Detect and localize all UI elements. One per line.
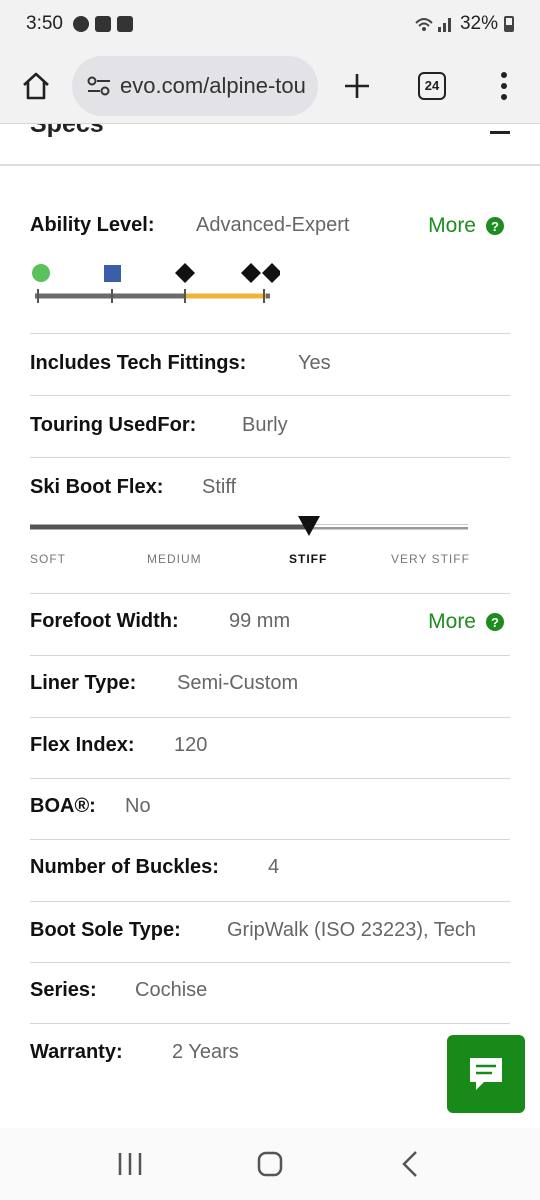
- spec-label: Liner Type:: [30, 672, 137, 694]
- spec-value: Stiff: [202, 476, 237, 498]
- spec-row-forefoot-width: Forefoot Width: 99 mm More ?: [30, 594, 510, 656]
- signal-wifi-icon: [415, 18, 451, 32]
- spec-label: Includes Tech Fittings:: [30, 352, 247, 374]
- spec-label: Flex Index:: [30, 734, 135, 756]
- system-nav-bar: [0, 1128, 540, 1200]
- menu-dot: [501, 71, 507, 78]
- advanced-diamond-icon: [175, 263, 195, 283]
- collapse-icon[interactable]: [490, 131, 510, 134]
- specs-section-header[interactable]: Specs: [0, 124, 540, 166]
- specs-title: Specs: [30, 124, 104, 138]
- address-bar[interactable]: evo.com/alpine-touring: [72, 55, 318, 116]
- more-link-text: More: [428, 214, 476, 237]
- help-icon: ?: [486, 613, 504, 631]
- home-button[interactable]: [0, 48, 72, 124]
- recents-icon: [118, 1153, 142, 1175]
- ability-more-link[interactable]: More ?: [428, 214, 504, 238]
- spec-value: Burly: [242, 414, 288, 436]
- spec-value: No: [125, 795, 151, 817]
- messenger-icon: [72, 16, 89, 32]
- spec-label: Ability Level:: [30, 214, 155, 236]
- status-bar: 3:50 32%: [0, 0, 540, 48]
- spec-value: 2 Years: [172, 1041, 239, 1063]
- menu-dot: [501, 93, 507, 100]
- spec-row-warranty: Warranty: 2 Years: [30, 1024, 510, 1086]
- site-settings-icon[interactable]: [84, 71, 114, 101]
- forefoot-more-link[interactable]: More ?: [428, 610, 504, 634]
- status-time: 3:50: [26, 13, 63, 34]
- spec-row-buckles: Number of Buckles: 4: [30, 840, 510, 902]
- spec-row-touring-used-for: Touring UsedFor: Burly: [30, 396, 510, 458]
- spec-label: Number of Buckles:: [30, 856, 219, 878]
- home-nav-button[interactable]: [240, 1134, 300, 1194]
- spec-row-ability-level: Ability Level: Advanced-Expert More ?: [30, 202, 510, 334]
- browser-menu-button[interactable]: [468, 48, 540, 124]
- status-right: 32%: [414, 13, 514, 35]
- flex-tick-soft: SOFT: [30, 552, 66, 566]
- back-icon: [402, 1151, 417, 1177]
- spec-value: Yes: [298, 352, 331, 374]
- intermediate-square-icon: [104, 265, 121, 282]
- menu-dot: [501, 82, 507, 89]
- page-content: Specs Ability Level: Advanced-Expert Mor…: [0, 124, 540, 1128]
- battery-icon: [504, 16, 514, 32]
- spec-value: GripWalk (ISO 23223), Tech: [227, 919, 476, 941]
- flex-scale-bar: [30, 516, 468, 536]
- chat-button[interactable]: [447, 1035, 525, 1113]
- home-icon: [23, 72, 49, 99]
- ability-level-graphic: [32, 263, 280, 303]
- spec-row-liner-type: Liner Type: Semi-Custom: [30, 656, 510, 718]
- spec-row-series: Series: Cochise: [30, 963, 510, 1024]
- tab-count: 24: [418, 71, 446, 100]
- url-text[interactable]: evo.com/alpine-touring: [120, 73, 305, 99]
- spec-row-flex-index: Flex Index: 120: [30, 718, 510, 779]
- notification-icons: [72, 16, 133, 32]
- battery-percent: 32%: [459, 13, 498, 34]
- tab-switcher-button[interactable]: 24: [396, 48, 468, 124]
- spec-value: Advanced-Expert: [196, 214, 350, 236]
- spec-value: 120: [174, 734, 208, 756]
- beginner-circle-icon: [32, 264, 50, 282]
- spec-row-tech-fittings: Includes Tech Fittings: Yes: [30, 334, 510, 396]
- more-link-text: More: [428, 610, 476, 633]
- spec-value: 99 mm: [229, 610, 291, 632]
- home-nav-icon: [257, 1151, 283, 1177]
- spec-value: Cochise: [135, 979, 208, 1001]
- spec-label: Series:: [30, 979, 97, 1001]
- spec-label: BOA®:: [30, 795, 96, 817]
- expert-diamond-icon: [241, 263, 261, 283]
- browser-toolbar: evo.com/alpine-touring 24: [0, 48, 540, 124]
- chat-icon: [470, 1058, 502, 1090]
- spec-label: Warranty:: [30, 1041, 123, 1063]
- spec-row-boa: BOA®: No: [30, 779, 510, 840]
- spec-label: Boot Sole Type:: [30, 919, 181, 941]
- spec-value: 4: [268, 856, 280, 878]
- spec-row-ski-boot-flex: Ski Boot Flex: Stiff SOFT MEDIUM STIFF V…: [30, 458, 510, 594]
- expert-diamond-icon-2: [262, 263, 280, 283]
- spec-label: Ski Boot Flex:: [30, 476, 164, 498]
- flex-tick-very-stiff: VERY STIFF: [391, 552, 470, 566]
- spec-label: Touring UsedFor:: [30, 414, 197, 436]
- plus-icon: [345, 73, 369, 98]
- flex-scale: SOFT MEDIUM STIFF VERY STIFF: [30, 516, 470, 576]
- flex-tick-stiff: STIFF: [289, 552, 328, 566]
- spec-row-sole-type: Boot Sole Type: GripWalk (ISO 23223), Te…: [30, 902, 510, 963]
- back-button[interactable]: [380, 1134, 440, 1194]
- spec-label: Forefoot Width:: [30, 610, 179, 632]
- spec-value: Semi-Custom: [177, 672, 299, 694]
- image-notification-icon: [116, 16, 133, 32]
- recents-button[interactable]: [100, 1134, 160, 1194]
- checkbox-notification-icon: [94, 16, 111, 32]
- flex-tick-medium: MEDIUM: [147, 552, 202, 566]
- new-tab-button[interactable]: [318, 48, 396, 124]
- help-icon: ?: [486, 217, 504, 235]
